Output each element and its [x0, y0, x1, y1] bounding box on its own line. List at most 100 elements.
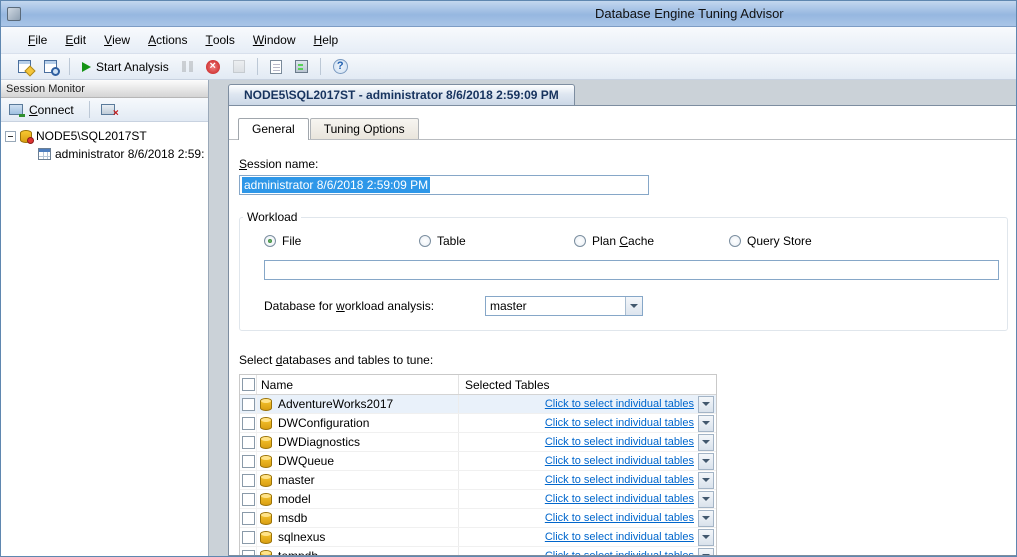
stop-icon	[206, 60, 220, 74]
row-checkbox[interactable]	[242, 531, 255, 544]
disconnect-button[interactable]	[98, 102, 118, 117]
database-icon	[260, 436, 272, 449]
radio-icon	[419, 235, 431, 247]
table-row: master Click to select individual tables	[240, 471, 716, 490]
row-checkbox[interactable]	[242, 436, 255, 449]
start-analysis-button[interactable]: Start Analysis	[79, 58, 172, 76]
titlebar[interactable]: Database Engine Tuning Advisor	[1, 1, 1016, 27]
menu-item[interactable]: Edit	[56, 27, 95, 53]
menu-item[interactable]: Window	[244, 27, 305, 53]
tables-dropdown-button[interactable]	[698, 453, 714, 470]
row-checkbox[interactable]	[242, 550, 255, 556]
select-tables-link[interactable]: Click to select individual tables	[545, 417, 694, 429]
row-checkbox[interactable]	[242, 512, 255, 525]
menu-item[interactable]: Help	[305, 27, 348, 53]
tables-dropdown-button[interactable]	[698, 472, 714, 489]
selected-text: administrator 8/6/2018 2:59:09 PM	[242, 177, 430, 193]
view-session-button[interactable]	[41, 58, 60, 75]
menu-item[interactable]: Actions	[139, 27, 196, 53]
workload-radio[interactable]: File	[264, 234, 419, 248]
databases-table: Name Selected Tables AdventureWorks2	[239, 374, 717, 555]
pause-analysis-button[interactable]	[179, 59, 196, 74]
toolbar-separator	[257, 58, 258, 75]
session-name-input[interactable]: administrator 8/6/2018 2:59:09 PM	[239, 175, 649, 195]
chevron-down-icon	[630, 304, 638, 308]
select-tables-link[interactable]: Click to select individual tables	[545, 512, 694, 524]
menu-item[interactable]: View	[95, 27, 139, 53]
workload-radio[interactable]: Table	[419, 234, 574, 248]
document-content: General Tuning Options Session name: adm…	[228, 105, 1016, 556]
import-workload-button[interactable]	[267, 58, 285, 76]
radio-label: Plan Cache	[592, 234, 654, 248]
radio-label: Query Store	[747, 234, 812, 248]
database-icon	[260, 455, 272, 468]
select-tables-link[interactable]: Click to select individual tables	[545, 455, 694, 467]
workload-radio[interactable]: Query Store	[729, 234, 884, 248]
database-select-value: master	[486, 299, 625, 313]
select-databases-label: Select databases and tables to tune:	[239, 353, 1016, 367]
database-select[interactable]: master	[485, 296, 643, 316]
new-session-button[interactable]	[15, 58, 34, 75]
tables-dropdown-button[interactable]	[698, 548, 714, 556]
menu-item[interactable]: Tools	[196, 27, 243, 53]
column-header-selected-tables[interactable]: Selected Tables	[459, 375, 716, 394]
tables-dropdown-button[interactable]	[698, 434, 714, 451]
dropdown-arrow-button[interactable]	[625, 297, 642, 315]
row-checkbox[interactable]	[242, 455, 255, 468]
session-tree: NODE5\SQL2017ST administrator 8/6/2018 2…	[1, 122, 208, 556]
app-window: Database Engine Tuning Advisor File Edit…	[0, 0, 1017, 557]
database-icon	[260, 398, 272, 411]
session-monitor-title: Session Monitor	[1, 80, 208, 98]
select-tables-link[interactable]: Click to select individual tables	[545, 493, 694, 505]
table-row: model Click to select individual tables	[240, 490, 716, 509]
collapse-toggle-icon[interactable]	[5, 131, 16, 142]
stop-analysis-button[interactable]	[203, 58, 223, 76]
select-tables-link[interactable]: Click to select individual tables	[545, 398, 694, 410]
disconnect-icon	[101, 104, 115, 115]
column-header-name[interactable]: Name	[257, 375, 459, 394]
connect-button[interactable]: Connect	[6, 101, 81, 119]
clone-session-button[interactable]	[230, 58, 248, 75]
table-row: DWConfiguration Click to select individu…	[240, 414, 716, 433]
session-node-label: administrator 8/6/2018 2:59:	[55, 147, 204, 161]
document-tab[interactable]: NODE5\SQL2017ST - administrator 8/6/2018…	[228, 84, 575, 105]
play-icon	[82, 62, 91, 72]
tab-tuning-options[interactable]: Tuning Options	[310, 118, 419, 139]
toolbar-separator	[89, 101, 90, 118]
tree-node-server[interactable]: NODE5\SQL2017ST	[1, 127, 208, 145]
session-icon	[38, 148, 51, 160]
workload-radio[interactable]: Plan Cache	[574, 234, 729, 248]
select-all-checkbox[interactable]	[242, 378, 255, 391]
server-icon	[20, 130, 32, 143]
select-tables-link[interactable]: Click to select individual tables	[545, 436, 694, 448]
toolbar-separator	[320, 58, 321, 75]
tables-dropdown-button[interactable]	[698, 529, 714, 546]
table-row: DWQueue Click to select individual table…	[240, 452, 716, 471]
clone-session-icon	[233, 60, 245, 73]
subtab-strip: General Tuning Options	[229, 106, 1016, 140]
table-row: msdb Click to select individual tables	[240, 509, 716, 528]
tab-general[interactable]: General	[238, 118, 309, 140]
help-button[interactable]	[330, 57, 351, 76]
start-analysis-label: Start Analysis	[96, 60, 169, 74]
tables-dropdown-button[interactable]	[698, 491, 714, 508]
row-checkbox[interactable]	[242, 474, 255, 487]
select-tables-link[interactable]: Click to select individual tables	[545, 531, 694, 543]
tree-node-session[interactable]: administrator 8/6/2018 2:59:	[1, 145, 208, 163]
workload-file-input[interactable]	[264, 260, 999, 280]
row-checkbox[interactable]	[242, 398, 255, 411]
table-row: tempdb Click to select individual tables	[240, 547, 716, 555]
app-icon[interactable]	[7, 7, 21, 21]
tables-dropdown-button[interactable]	[698, 510, 714, 527]
server-gear-icon	[295, 60, 308, 73]
menu-item[interactable]: File	[19, 27, 56, 53]
row-checkbox[interactable]	[242, 417, 255, 430]
tables-dropdown-button[interactable]	[698, 396, 714, 413]
database-name: msdb	[278, 511, 307, 525]
database-name: master	[278, 473, 315, 487]
export-results-button[interactable]	[292, 58, 311, 75]
select-tables-link[interactable]: Click to select individual tables	[545, 550, 694, 555]
row-checkbox[interactable]	[242, 493, 255, 506]
tables-dropdown-button[interactable]	[698, 415, 714, 432]
select-tables-link[interactable]: Click to select individual tables	[545, 474, 694, 486]
